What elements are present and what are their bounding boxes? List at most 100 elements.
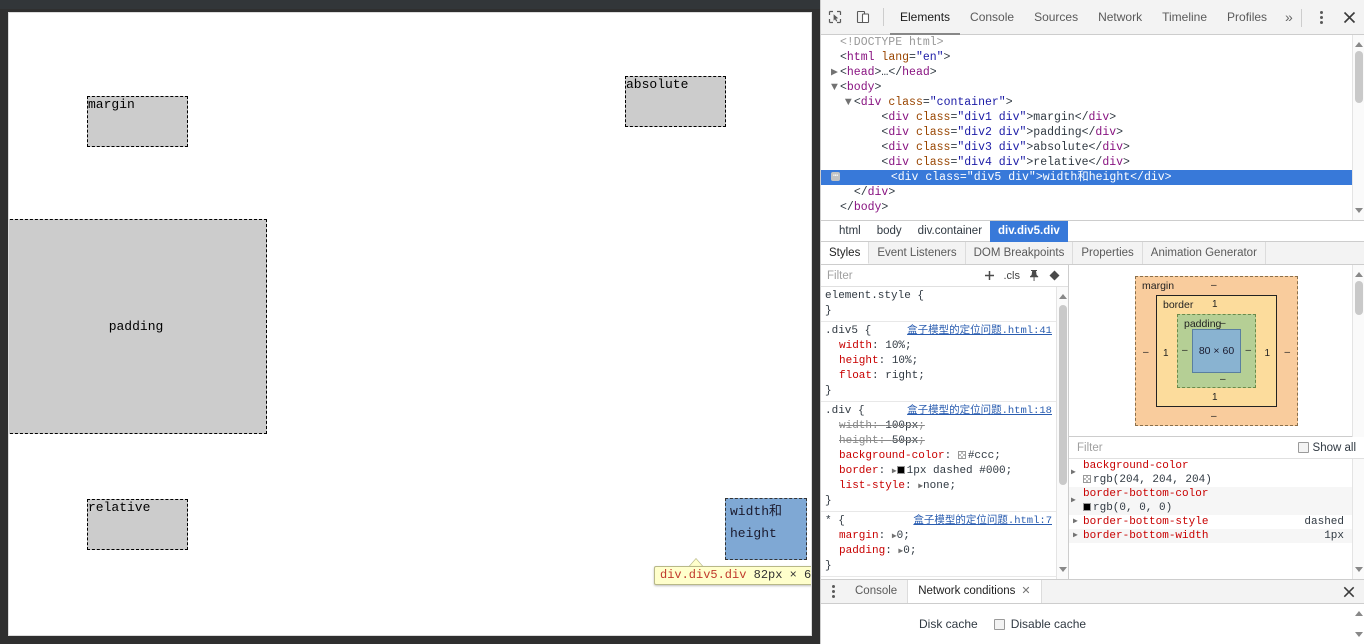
cls-button[interactable]: .cls (1000, 270, 1025, 282)
computed-scroll-down-icon[interactable] (1355, 567, 1363, 575)
css-property-value[interactable]: 1px dashed #000 (907, 465, 1006, 477)
drawer-scroll-down-icon[interactable] (1355, 632, 1363, 640)
inspect-element-icon[interactable] (821, 4, 849, 30)
page-box-padding[interactable]: padding (8, 219, 267, 434)
css-property-value[interactable]: 100px (885, 420, 918, 432)
dom-tree-line[interactable]: </body> (821, 200, 1364, 215)
css-property-name[interactable]: height (839, 435, 879, 447)
sidebar-tab-event-listeners[interactable]: Event Listeners (869, 242, 965, 264)
scroll-thumb[interactable] (1355, 51, 1363, 103)
css-property-name[interactable]: float (839, 370, 872, 382)
dom-tree-line[interactable]: <div class="div3 div">absolute</div> (821, 140, 1364, 155)
border-bottom-value[interactable]: 1 (1212, 392, 1218, 403)
computed-filter-input[interactable]: Filter (1077, 442, 1103, 454)
drawer-menu-kebab-icon[interactable] (821, 580, 845, 603)
computed-property-row[interactable]: ▶background-colorrgb(204, 204, 204) (1069, 459, 1352, 487)
css-property-value[interactable]: none (923, 480, 949, 492)
dom-tree-line[interactable]: <html lang="en"> (821, 50, 1364, 65)
drawer-close-icon[interactable] (1337, 580, 1361, 604)
margin-bottom-value[interactable]: – (1211, 411, 1217, 422)
disclosure-triangle-icon[interactable]: ▶ (831, 65, 840, 80)
sidebar-tab-dom-breakpoints[interactable]: DOM Breakpoints (966, 242, 1074, 264)
css-property-name[interactable]: padding (839, 545, 885, 557)
box-model-padding-box[interactable]: padding – – – – 80 × 60 (1177, 314, 1256, 388)
bm-scroll-thumb[interactable] (1355, 281, 1363, 315)
border-right-value[interactable]: 1 (1264, 348, 1270, 359)
margin-top-value[interactable]: – (1211, 280, 1217, 291)
breadcrumb-item-container[interactable]: div.container (910, 221, 990, 242)
close-devtools-icon[interactable] (1334, 0, 1364, 35)
css-rule[interactable]: .div5 {盒子模型的定位问题.html:41width: 10%;heigh… (821, 322, 1056, 402)
css-declaration[interactable]: height: 10%; (825, 354, 1056, 369)
box-model-content-box[interactable]: 80 × 60 (1192, 329, 1241, 373)
dom-tree-line[interactable]: <!DOCTYPE html> (821, 35, 1364, 50)
border-top-value[interactable]: 1 (1212, 299, 1218, 310)
dom-tree-line[interactable]: ▼<div class="container"> (821, 95, 1364, 110)
css-property-value[interactable]: 50px (892, 435, 918, 447)
drawer-scrollbar[interactable] (1353, 604, 1364, 644)
css-declaration[interactable]: float: right; (825, 369, 1056, 384)
css-source-link[interactable]: 盒子模型的定位问题.html:7 (913, 514, 1052, 529)
css-property-value[interactable]: 0 (897, 530, 904, 542)
dom-tree-scrollbar[interactable] (1352, 35, 1364, 220)
css-property-name[interactable]: width (839, 420, 872, 432)
disclosure-triangle-icon[interactable]: ▼ (845, 95, 854, 110)
plus-icon[interactable] (980, 266, 1000, 286)
css-property-value[interactable]: 0 (903, 545, 910, 557)
expand-triangle-icon[interactable]: ▶ (1071, 466, 1081, 480)
css-selector[interactable]: .div5 { (825, 324, 871, 339)
dom-tree-pane[interactable]: <!DOCTYPE html> <html lang="en">▶<head>…… (821, 35, 1364, 221)
drawer-tab-network-conditions[interactable]: Network conditions✕ (908, 580, 1041, 603)
close-icon[interactable]: ✕ (1021, 585, 1030, 597)
css-property-name[interactable]: width (839, 340, 872, 352)
page-box-relative[interactable]: relative (87, 499, 188, 550)
styles-scrollbar[interactable] (1056, 287, 1068, 579)
breadcrumb-item-body[interactable]: body (869, 221, 910, 242)
box-model-scrollbar[interactable] (1352, 265, 1364, 437)
breadcrumb-item-html[interactable]: html (831, 221, 869, 242)
box-model-border-box[interactable]: border 1 1 1 1 padding – – – – (1156, 295, 1277, 407)
css-selector[interactable]: element.style { (825, 289, 924, 304)
computed-properties-list[interactable]: ▶background-colorrgb(204, 204, 204)▶bord… (1069, 459, 1352, 579)
tab-console[interactable]: Console (960, 0, 1024, 35)
css-declaration[interactable]: width: 100px; (825, 419, 1056, 434)
computed-property-row[interactable]: ▶border-bottom-width1px (1069, 529, 1352, 543)
padding-top-value[interactable]: – (1220, 318, 1226, 329)
computed-property-row[interactable]: ▶border-bottom-colorrgb(0, 0, 0) (1069, 487, 1352, 515)
expand-triangle-icon[interactable]: ▶ (1071, 494, 1081, 508)
box-model-margin-box[interactable]: margin – – – – border 1 1 1 1 paddin (1135, 276, 1298, 426)
computed-scrollbar[interactable] (1352, 459, 1364, 579)
disclosure-triangle-icon[interactable] (831, 35, 840, 50)
drawer-scroll-up-icon[interactable] (1355, 608, 1363, 616)
tab-network[interactable]: Network (1088, 0, 1152, 35)
css-declaration[interactable]: padding: ▶0; (825, 544, 1056, 559)
css-declaration[interactable]: list-style: ▶none; (825, 479, 1056, 494)
margin-left-value[interactable]: – (1143, 347, 1149, 358)
css-source-link[interactable]: 盒子模型的定位问题.html:41 (907, 324, 1052, 339)
disclosure-triangle-icon[interactable] (882, 170, 891, 185)
tab-elements[interactable]: Elements (890, 0, 960, 35)
dom-tree-line[interactable]: ▶<head>…</head> (821, 65, 1364, 80)
page-box-width-height-highlighted[interactable]: width和height (725, 498, 807, 560)
styles-scroll-down-icon[interactable] (1059, 567, 1067, 575)
styles-scroll-up-icon[interactable] (1059, 291, 1067, 299)
css-rules-list[interactable]: element.style {}.div5 {盒子模型的定位问题.html:41… (821, 287, 1056, 579)
page-box-margin[interactable]: margin (87, 96, 188, 147)
disclosure-triangle-icon[interactable] (831, 50, 840, 65)
devtools-menu-kebab-icon[interactable] (1308, 0, 1334, 35)
disclosure-triangle-icon[interactable] (831, 200, 840, 215)
disable-cache-checkbox[interactable] (994, 619, 1005, 630)
tab-timeline[interactable]: Timeline (1152, 0, 1217, 35)
color-swatch[interactable] (897, 466, 905, 474)
css-property-name[interactable]: margin (839, 530, 879, 542)
color-swatch[interactable] (958, 451, 966, 459)
css-selector[interactable]: .div { (825, 404, 865, 419)
dom-tree-line[interactable]: ⋯ <div class="div5 div">width和height</di… (821, 170, 1364, 185)
dom-tree-line[interactable]: <div class="div4 div">relative</div> (821, 155, 1364, 170)
expand-badge[interactable]: ⋯ (831, 172, 840, 181)
dom-tree-line[interactable]: </div> (821, 185, 1364, 200)
tab-profiles[interactable]: Profiles (1217, 0, 1277, 35)
disclosure-triangle-icon[interactable] (845, 185, 854, 200)
css-property-value[interactable]: #ccc (968, 450, 994, 462)
css-rule[interactable]: * {盒子模型的定位问题.html:7margin: ▶0;padding: ▶… (821, 512, 1056, 577)
